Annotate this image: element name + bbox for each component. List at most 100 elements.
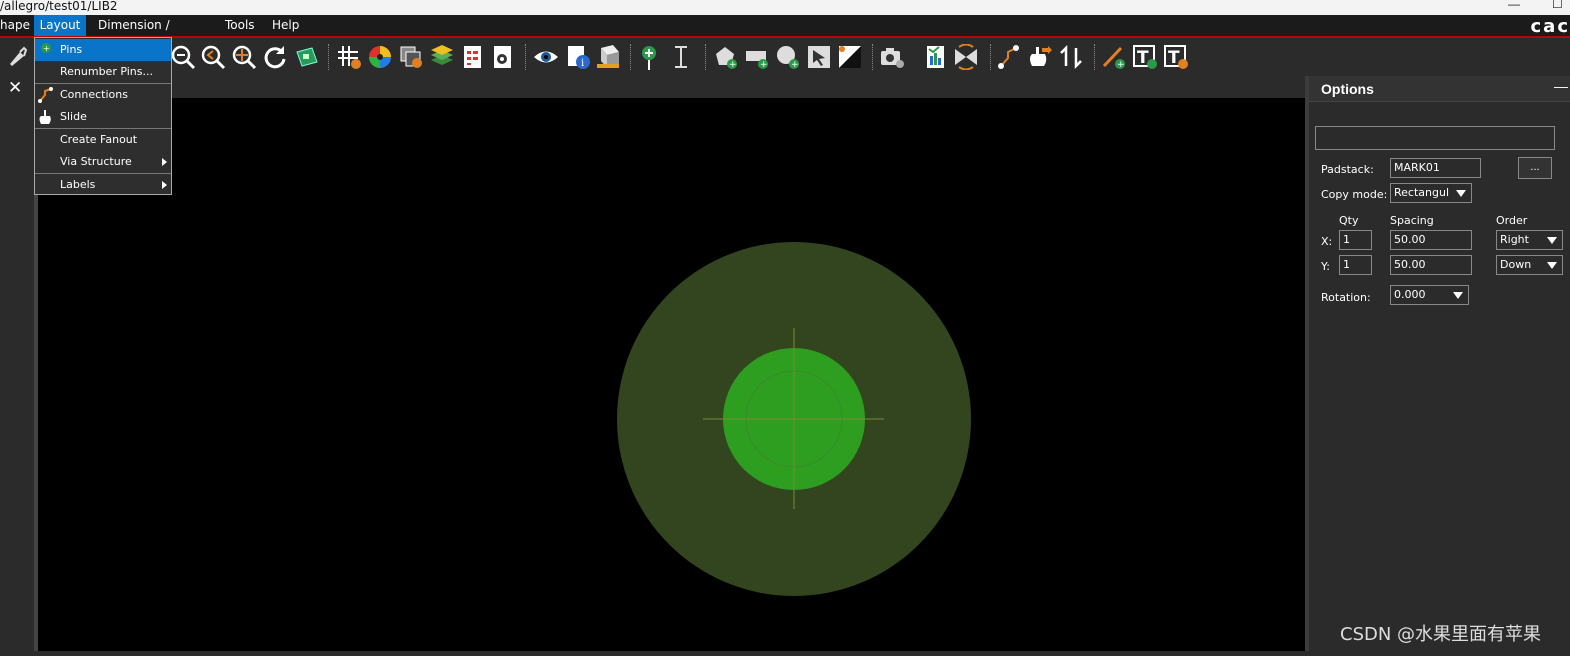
- swap-pins-icon[interactable]: [1058, 44, 1084, 70]
- x-label: X:: [1321, 235, 1332, 248]
- options-panel: Options — Padstack: MARK01 ... Copy mode…: [1305, 76, 1570, 651]
- menu-layout[interactable]: Layout: [34, 15, 86, 36]
- connect-icon: [38, 87, 54, 103]
- padstack-browse-button[interactable]: ...: [1518, 157, 1552, 179]
- edit-text-icon[interactable]: T: [1163, 44, 1189, 70]
- maximize-button[interactable]: ☐: [1552, 0, 1563, 11]
- svg-text:+: +: [791, 60, 799, 70]
- zoom-out-icon[interactable]: [170, 44, 196, 70]
- menu-item-pins[interactable]: + Pins: [35, 39, 171, 61]
- slide-icon[interactable]: [1026, 44, 1052, 70]
- menu-shape[interactable]: hape: [0, 15, 34, 36]
- pin-tool-icon[interactable]: [4, 44, 30, 70]
- x-order-select[interactable]: Right: [1496, 230, 1563, 250]
- redraw-icon[interactable]: [262, 44, 288, 70]
- add-pin-icon[interactable]: [636, 44, 662, 70]
- brand-logo: cac: [1531, 16, 1570, 37]
- menu-item-slide[interactable]: Slide: [35, 106, 171, 128]
- add-shape-icon[interactable]: +: [713, 44, 739, 70]
- 3d-view-icon[interactable]: [294, 44, 320, 70]
- menu-item-label: Labels: [60, 174, 95, 196]
- close-panel-button[interactable]: ✕: [8, 78, 22, 98]
- shadow-icon[interactable]: [398, 44, 424, 70]
- toolbar-separator: [990, 44, 992, 70]
- connect-icon[interactable]: [996, 44, 1022, 70]
- svg-text:i: i: [581, 58, 584, 69]
- menu-item-label: Via Structure: [60, 151, 132, 173]
- x-spacing-field[interactable]: 50.00: [1390, 230, 1472, 250]
- left-panel: ✕: [0, 76, 34, 651]
- settings-icon[interactable]: [490, 44, 516, 70]
- add-text-icon[interactable]: T: [1132, 44, 1158, 70]
- rotation-select[interactable]: 0.000: [1390, 285, 1469, 305]
- watermark: CSDN @水果里面有苹果: [1340, 620, 1541, 646]
- padstack-label: Padstack:: [1321, 163, 1374, 176]
- snapshot-icon[interactable]: [879, 44, 905, 70]
- qty-header: Qty: [1339, 214, 1358, 227]
- copy-mode-label: Copy mode:: [1321, 188, 1387, 201]
- options-search-field[interactable]: [1315, 126, 1555, 150]
- options-header: Options —: [1309, 76, 1570, 102]
- y-qty-field[interactable]: 1: [1339, 255, 1372, 275]
- menu-item-create-fanout[interactable]: Create Fanout: [35, 129, 171, 151]
- x-qty-field[interactable]: 1: [1339, 230, 1372, 250]
- y-spacing-field[interactable]: 50.00: [1390, 255, 1472, 275]
- rotation-value: 0.000: [1394, 288, 1426, 301]
- add-rect-icon[interactable]: +: [744, 44, 770, 70]
- copy-mode-select[interactable]: Rectangul: [1390, 183, 1472, 203]
- color-icon[interactable]: [367, 44, 393, 70]
- y-order-select[interactable]: Down: [1496, 255, 1563, 275]
- info-icon[interactable]: i: [565, 44, 591, 70]
- toolbar-separator: [328, 44, 330, 70]
- padstack-drawing: [38, 98, 1305, 651]
- add-pin-icon: +: [38, 42, 54, 58]
- chevron-down-icon: [1547, 262, 1557, 269]
- zoom-previous-icon[interactable]: [200, 44, 226, 70]
- padstack-field[interactable]: MARK01: [1390, 158, 1481, 178]
- chevron-right-icon: [162, 181, 167, 189]
- chevron-right-icon: [162, 158, 167, 166]
- toolbar-separator: [705, 44, 707, 70]
- select-shape-icon[interactable]: [806, 44, 832, 70]
- add-line-icon[interactable]: +: [1101, 44, 1127, 70]
- menu-item-label: Renumber Pins...: [60, 61, 153, 83]
- chevron-down-icon: [1456, 190, 1466, 197]
- layout-menu-dropdown: + Pins Renumber Pins... Connections Slid…: [34, 37, 172, 195]
- menu-item-connections[interactable]: Connections: [35, 84, 171, 106]
- dimension-icon[interactable]: [668, 44, 694, 70]
- menu-item-renumber-pins[interactable]: Renumber Pins...: [35, 61, 171, 83]
- minimize-panel-button[interactable]: —: [1554, 78, 1568, 94]
- menu-item-via-structure[interactable]: Via Structure: [35, 151, 171, 173]
- menu-item-label: Connections: [60, 84, 128, 106]
- design-canvas[interactable]: [38, 98, 1305, 651]
- svg-text:+: +: [1117, 60, 1125, 70]
- layers-icon[interactable]: [429, 44, 455, 70]
- void-icon[interactable]: [837, 44, 863, 70]
- menu-item-label: Create Fanout: [60, 129, 137, 151]
- swap-icon[interactable]: [953, 44, 979, 70]
- toolbar-separator: [872, 44, 874, 70]
- canvas-header: [34, 76, 1305, 98]
- zoom-fit-icon[interactable]: [231, 44, 257, 70]
- rotation-label: Rotation:: [1321, 291, 1371, 304]
- order-header: Order: [1496, 214, 1527, 227]
- status-icon[interactable]: [923, 44, 949, 70]
- grid-icon[interactable]: [336, 44, 362, 70]
- toolbar-separator: [1094, 44, 1096, 70]
- x-order-value: Right: [1500, 233, 1529, 246]
- slide-icon: [38, 109, 54, 125]
- menu-tools[interactable]: Tools: [225, 15, 260, 36]
- minimize-button[interactable]: —: [1508, 0, 1520, 11]
- window-path: /allegro/test01/LIB2: [0, 0, 118, 13]
- menu-bar: hape Layout Dimension / Drafting Tools H…: [0, 15, 1570, 38]
- menu-dimension-drafting[interactable]: Dimension / Drafting: [98, 15, 213, 36]
- y-label: Y:: [1321, 260, 1330, 273]
- toolbar-separator: [525, 44, 527, 70]
- report-icon[interactable]: [460, 44, 486, 70]
- visibility-icon[interactable]: [533, 44, 559, 70]
- add-circle-icon[interactable]: +: [775, 44, 801, 70]
- menu-item-labels[interactable]: Labels: [35, 174, 171, 196]
- menu-item-label: Slide: [60, 106, 87, 128]
- measure-icon[interactable]: [595, 44, 621, 70]
- menu-help[interactable]: Help: [272, 15, 304, 36]
